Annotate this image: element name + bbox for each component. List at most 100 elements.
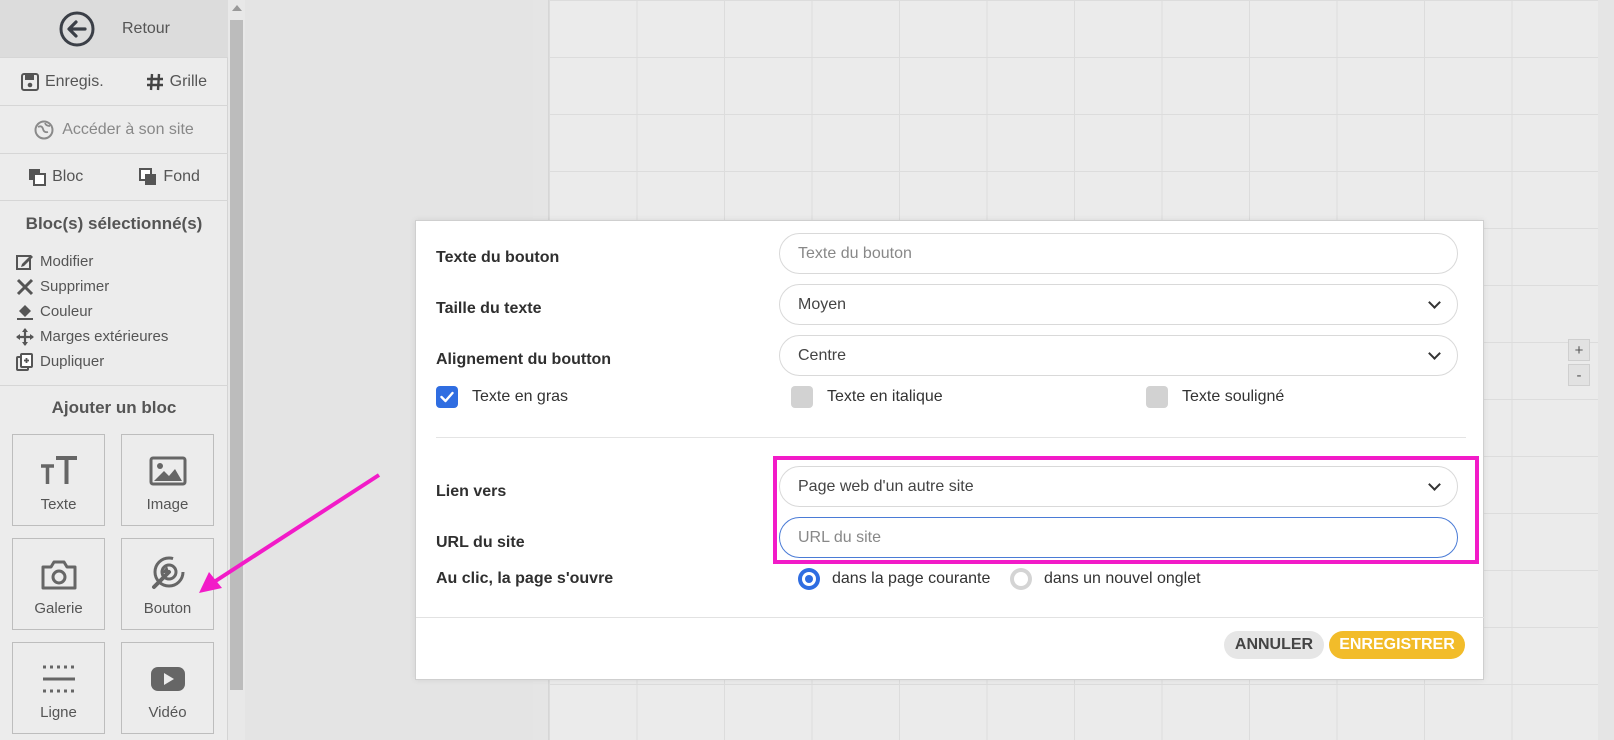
- selected-blocks-title: Bloc(s) sélectionné(s): [25, 214, 203, 233]
- arrow-left-circle-icon: [59, 11, 95, 46]
- save-button[interactable]: Enregis.: [20, 72, 104, 91]
- margins-label: Marges extérieures: [40, 328, 169, 345]
- color-label: Couleur: [40, 303, 93, 320]
- block-label: Bloc: [52, 168, 84, 185]
- link-to-label: Lien vers: [436, 483, 507, 500]
- underline-label: Texte souligné: [1182, 388, 1285, 405]
- delete-label: Supprimer: [40, 278, 110, 295]
- text-size-select[interactable]: Moyen: [779, 284, 1458, 325]
- radio-selected-icon: [798, 568, 820, 590]
- tile-gallery-label: Galerie: [34, 600, 83, 617]
- checkbox-checked-icon: [436, 386, 458, 408]
- italic-checkbox[interactable]: Texte en italique: [791, 386, 943, 408]
- grid-button[interactable]: Grille: [146, 73, 207, 91]
- sidebar-divider: [0, 385, 228, 386]
- current-page-label: dans la page courante: [832, 570, 991, 587]
- text-size-value: Moyen: [798, 295, 847, 313]
- tile-gallery[interactable]: Galerie: [12, 538, 105, 630]
- site-link[interactable]: Accéder à son site: [0, 106, 228, 154]
- alignment-value: Centre: [798, 346, 847, 364]
- italic-label: Texte en italique: [827, 388, 943, 405]
- selected-actions-list: Modifier Supprimer Couleur Marges extéri…: [16, 249, 168, 374]
- tile-text[interactable]: Texte: [12, 434, 105, 526]
- globe-icon: [34, 120, 54, 139]
- tile-video-label: Vidéo: [148, 704, 187, 721]
- layers-icon: [29, 169, 47, 186]
- tile-image[interactable]: Image: [121, 434, 214, 526]
- alignment-label: Alignement du boutton: [436, 351, 612, 368]
- tile-button-label: Bouton: [143, 600, 192, 617]
- zoom-in-button[interactable]: +: [1568, 339, 1590, 361]
- layers-back-icon: [139, 168, 157, 185]
- back-button[interactable]: Retour: [0, 0, 228, 58]
- button-text-label: Texte du bouton: [436, 249, 560, 266]
- zoom-out-button[interactable]: -: [1568, 364, 1590, 386]
- dialog-footer-divider: [416, 617, 1485, 618]
- url-label: URL du site: [436, 534, 525, 551]
- radio-current-page[interactable]: dans la page courante: [798, 568, 990, 590]
- tile-image-label: Image: [146, 496, 189, 513]
- line-icon: [42, 665, 75, 693]
- tile-text-label: Texte: [40, 496, 77, 513]
- tile-line[interactable]: Ligne: [12, 642, 105, 734]
- alignment-select[interactable]: Centre: [779, 335, 1458, 376]
- grid-label: Grille: [169, 72, 207, 90]
- save-settings-button[interactable]: ENREGISTRER: [1329, 631, 1465, 659]
- tile-video[interactable]: Vidéo: [121, 642, 214, 734]
- bold-label: Texte en gras: [472, 388, 569, 405]
- block-background-row: Bloc Fond: [0, 154, 228, 201]
- button-text-input[interactable]: Texte du bouton: [779, 233, 1458, 274]
- modify-label: Modifier: [40, 253, 94, 270]
- open-behavior-label: Au clic, la page s'ouvre: [436, 570, 614, 587]
- duplicate-action[interactable]: Dupliquer: [16, 349, 168, 374]
- url-placeholder: URL du site: [798, 528, 881, 546]
- tile-button[interactable]: Bouton: [121, 538, 214, 630]
- close-icon: [16, 278, 34, 295]
- camera-icon: [41, 560, 76, 590]
- cursor-click-icon: [151, 556, 184, 589]
- color-action[interactable]: Couleur: [16, 299, 168, 324]
- save-grid-row: Enregis. Grille: [0, 58, 228, 106]
- youtube-icon: [150, 667, 185, 691]
- url-input[interactable]: URL du site: [779, 517, 1458, 558]
- scroll-up-arrow[interactable]: [232, 5, 242, 11]
- background-label: Fond: [163, 168, 200, 185]
- duplicate-label: Dupliquer: [40, 353, 105, 370]
- scrollbar-thumb[interactable]: [230, 20, 243, 690]
- background-button[interactable]: Fond: [139, 168, 200, 186]
- underline-checkbox[interactable]: Texte souligné: [1146, 386, 1284, 408]
- checkbox-unchecked-icon: [1146, 386, 1168, 408]
- button-text-placeholder: Texte du bouton: [798, 244, 912, 262]
- sidebar-scrollbar[interactable]: [228, 0, 245, 740]
- text-size-label: Taille du texte: [436, 300, 542, 317]
- chevron-down-icon: [1428, 346, 1441, 360]
- editor-sidebar: Retour Enregis. Grille Accéder à son sit…: [0, 0, 228, 740]
- image-icon: [149, 456, 186, 486]
- checkbox-unchecked-icon: [791, 386, 813, 408]
- duplicate-icon: [16, 352, 33, 371]
- text-icon: [40, 456, 77, 484]
- link-to-select[interactable]: Page web d'un autre site: [779, 466, 1458, 507]
- back-label: Retour: [121, 19, 171, 37]
- link-to-value: Page web d'un autre site: [798, 477, 974, 495]
- radio-new-tab[interactable]: dans un nouvel onglet: [1010, 568, 1201, 590]
- new-tab-label: dans un nouvel onglet: [1044, 570, 1201, 587]
- delete-action[interactable]: Supprimer: [16, 274, 168, 299]
- save-label: Enregis.: [44, 72, 104, 90]
- paint-bucket-icon: [17, 304, 33, 320]
- floppy-disk-icon: [20, 72, 39, 91]
- modify-action[interactable]: Modifier: [16, 249, 168, 274]
- margins-action[interactable]: Marges extérieures: [16, 324, 168, 349]
- bold-checkbox[interactable]: Texte en gras: [436, 386, 568, 408]
- dialog-divider: [436, 437, 1466, 438]
- chevron-down-icon: [1428, 295, 1441, 309]
- tile-line-label: Ligne: [40, 704, 77, 721]
- radio-unselected-icon: [1010, 568, 1032, 590]
- button-settings-dialog: Texte du bouton Texte du bouton Taille d…: [415, 220, 1485, 680]
- block-button[interactable]: Bloc: [28, 168, 83, 186]
- hash-grid-icon: [146, 73, 163, 90]
- edit-icon: [16, 254, 33, 270]
- site-link-label: Accéder à son site: [62, 120, 194, 138]
- cancel-button[interactable]: ANNULER: [1224, 631, 1324, 659]
- chevron-down-icon: [1428, 477, 1441, 491]
